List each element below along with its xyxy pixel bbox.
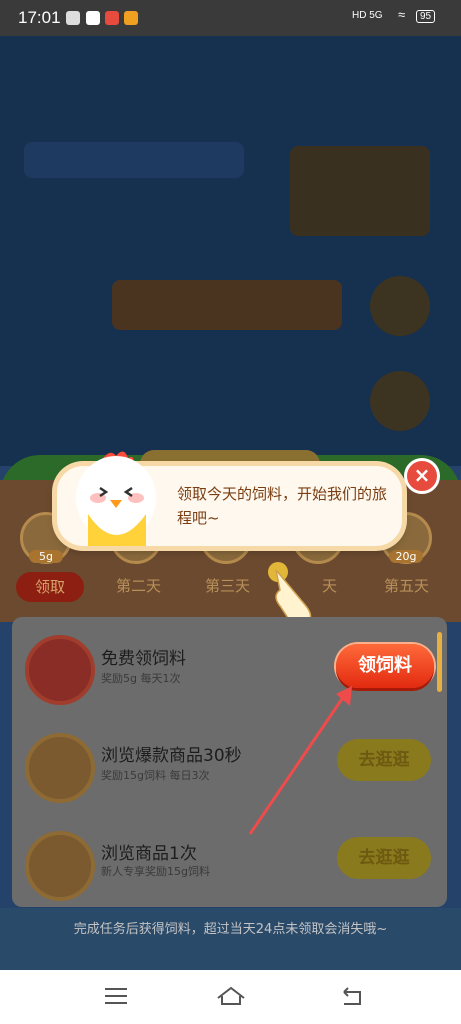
app-notification-icon <box>66 11 80 25</box>
battery-level: 95 <box>416 10 436 23</box>
scene-sign <box>112 280 342 330</box>
home-icon[interactable] <box>216 986 246 1006</box>
task-row-browse-once: 浏览商品1次 新人专享奖励15g饲料 去逛逛 <box>12 817 447 907</box>
task-subtitle: 奖励5g 每天1次 <box>101 672 181 685</box>
day-1-claim-tab[interactable]: 领取 <box>16 572 84 602</box>
task-subtitle: 奖励15g饲料 每日3次 <box>101 769 210 782</box>
feed-bag-icon <box>25 733 95 803</box>
day-3-label: 第三天 <box>205 577 251 595</box>
go-browse-button[interactable]: 去逛逛 <box>337 837 431 879</box>
weibo-icon <box>124 11 138 25</box>
mail-icon <box>86 11 100 25</box>
back-icon[interactable] <box>340 986 364 1006</box>
status-time: 17:01 <box>18 8 61 27</box>
scrollbar[interactable] <box>437 632 442 692</box>
task-subtitle: 新人专享奖励15g饲料 <box>101 865 210 878</box>
task-title: 浏览商品1次 <box>101 844 197 864</box>
app-notification-icon-2 <box>105 11 119 25</box>
scene-banner <box>24 142 244 178</box>
network-indicator: HD 5G <box>352 10 383 21</box>
scene-side-icon <box>370 276 430 336</box>
footer-note: 完成任务后获得饲料，超过当天24点未领取会消失哦~ <box>73 922 388 937</box>
day-5-label: 第五天 <box>384 577 430 595</box>
day-2-label: 第二天 <box>116 577 162 595</box>
guide-message: 领取今天的饲料，开始我们的旅程吧~ <box>177 485 388 527</box>
task-title: 浏览爆款商品30秒 <box>101 746 242 766</box>
task-row-browse-hot: 浏览爆款商品30秒 奖励15g饲料 每日3次 去逛逛 <box>12 717 447 817</box>
task-title: 免费领饲料 <box>101 649 186 669</box>
guide-arrow-icon <box>248 686 352 835</box>
system-nav-bar <box>0 970 461 1024</box>
scene-house <box>290 146 430 236</box>
close-icon[interactable]: × <box>404 458 440 494</box>
scene-side-icon-2 <box>370 371 430 431</box>
calendar-icon <box>25 635 95 705</box>
menu-icon[interactable] <box>104 986 128 1006</box>
background-scene <box>0 36 461 466</box>
wifi-icon: ≈ <box>398 7 406 22</box>
chick-mascot-icon <box>76 451 156 546</box>
feed-bag-icon <box>25 831 95 901</box>
status-bar: 17:01 HD 5G ≈ 95 <box>0 0 461 36</box>
